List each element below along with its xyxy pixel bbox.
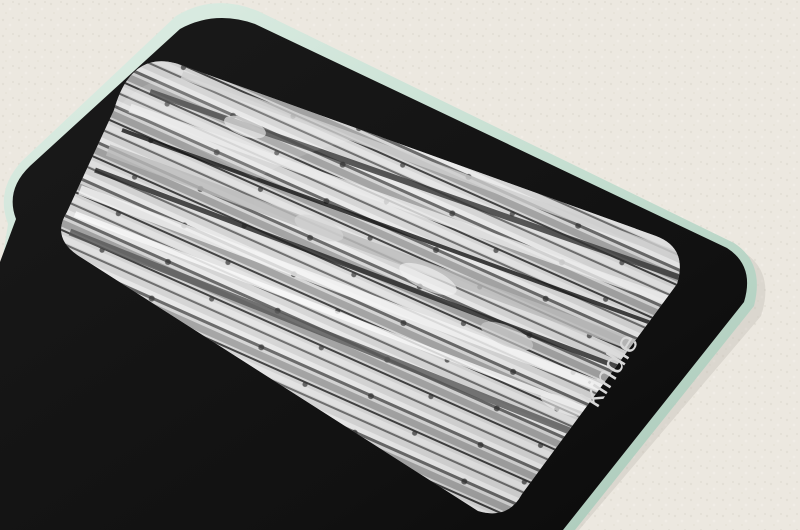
photo-scene: kindle bbox=[0, 0, 800, 530]
scene-svg: kindle bbox=[0, 0, 800, 530]
